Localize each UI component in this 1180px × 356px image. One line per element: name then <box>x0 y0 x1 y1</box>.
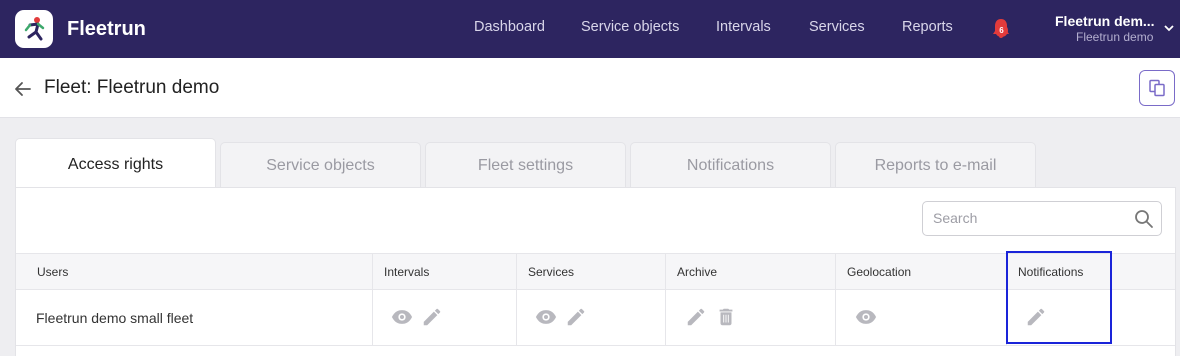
top-navigation-bar: Fleetrun Dashboard Service objects Inter… <box>0 0 1180 58</box>
trash-icon[interactable] <box>715 306 737 328</box>
user-name: Fleetrun demo small fleet <box>36 310 194 326</box>
copy-icon <box>1149 79 1165 97</box>
page-title: Fleet: Fleetrun demo <box>44 77 220 98</box>
eye-icon[interactable] <box>391 306 413 328</box>
notification-count-badge: 6 <box>995 24 1008 37</box>
tab-fleet-settings[interactable]: Fleet settings <box>425 142 626 188</box>
account-subtitle: Fleetrun demo <box>1076 30 1154 44</box>
nav-intervals[interactable]: Intervals <box>716 19 771 35</box>
column-header-geolocation: Geolocation <box>847 265 912 279</box>
fleetrun-logo[interactable] <box>15 10 53 48</box>
tab-service-objects[interactable]: Service objects <box>220 142 421 188</box>
table-row: Fleetrun demo small fleet <box>16 290 1175 346</box>
eye-icon[interactable] <box>535 306 557 328</box>
table-header: Users Intervals Services Archive Geoloca… <box>16 253 1175 290</box>
brand-name: Fleetrun <box>67 18 146 40</box>
tab-access-rights[interactable]: Access rights <box>15 138 216 189</box>
tab-notifications[interactable]: Notifications <box>630 142 831 188</box>
search-input[interactable] <box>933 210 1123 226</box>
nav-dashboard[interactable]: Dashboard <box>474 19 545 35</box>
column-header-services: Services <box>528 265 575 279</box>
eye-icon[interactable] <box>855 306 877 328</box>
search-icon[interactable] <box>1134 209 1154 229</box>
pencil-icon[interactable] <box>565 306 587 328</box>
notifications-column-highlight <box>1006 251 1112 344</box>
tab-reports-to-email[interactable]: Reports to e-mail <box>835 142 1036 188</box>
column-header-intervals: Intervals <box>384 265 430 279</box>
column-header-users: Users <box>37 265 69 279</box>
back-arrow-icon[interactable] <box>14 80 32 98</box>
chevron-down-icon[interactable] <box>1163 22 1175 34</box>
nav-reports[interactable]: Reports <box>902 19 953 35</box>
page-header: Fleet: Fleetrun demo <box>0 58 1180 118</box>
pencil-icon[interactable] <box>685 306 707 328</box>
nav-services[interactable]: Services <box>809 19 865 35</box>
copy-button[interactable] <box>1139 70 1175 106</box>
account-name[interactable]: Fleetrun dem... <box>1055 13 1155 29</box>
search-box[interactable] <box>922 201 1162 236</box>
access-rights-panel: Users Intervals Services Archive Geoloca… <box>15 187 1176 356</box>
column-header-archive: Archive <box>677 265 718 279</box>
pencil-icon[interactable] <box>421 306 443 328</box>
runner-icon <box>24 17 45 41</box>
nav-service-objects[interactable]: Service objects <box>581 19 679 35</box>
